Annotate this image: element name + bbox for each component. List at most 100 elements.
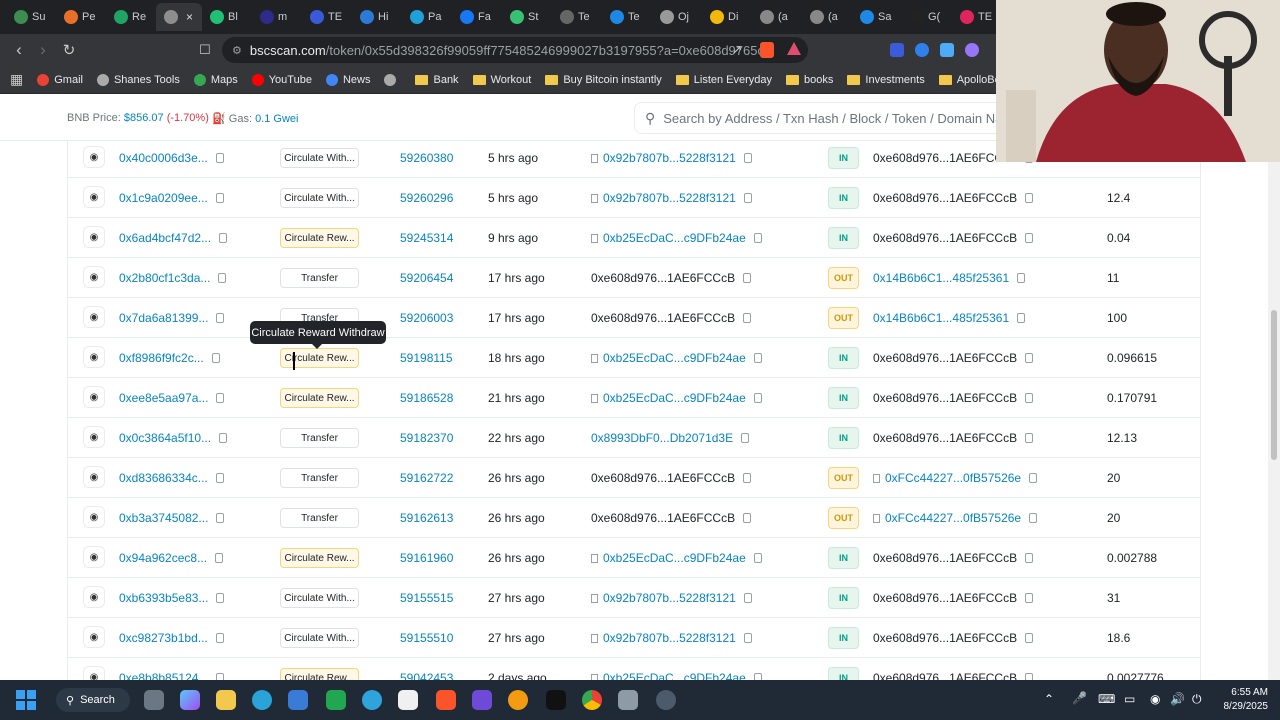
- copy-icon[interactable]: [743, 153, 752, 163]
- volume-icon[interactable]: 🔊: [1170, 692, 1185, 706]
- txn-hash-link[interactable]: 0x7da6a81399...: [119, 311, 208, 325]
- bookmark-item[interactable]: Bank: [415, 74, 459, 86]
- bookmark-item[interactable]: [384, 73, 401, 86]
- block-link[interactable]: 59260380: [400, 140, 453, 178]
- keyboard-icon[interactable]: ⌨: [1098, 692, 1115, 706]
- method-badge[interactable]: Circulate With...: [280, 188, 359, 208]
- from-address[interactable]: 0x92b7807b...5228f3121: [603, 191, 736, 205]
- txn-hash-link[interactable]: 0xf8986f9fc2c...: [119, 351, 204, 365]
- copy-icon[interactable]: [215, 553, 224, 563]
- store-icon[interactable]: [288, 690, 308, 710]
- from-address[interactable]: 0xb25EcDaC...c9DFb24ae: [603, 391, 746, 405]
- share-icon[interactable]: ↗: [724, 42, 750, 58]
- txn-hash-link[interactable]: 0xe8b8b85124...: [119, 671, 208, 680]
- browser-tab[interactable]: G(: [902, 3, 952, 31]
- eye-preview-button[interactable]: ◉: [83, 546, 105, 568]
- apps-grid-icon[interactable]: ▦: [10, 71, 23, 88]
- browser-tab[interactable]: Sa: [852, 3, 902, 31]
- eye-preview-button[interactable]: ◉: [83, 506, 105, 528]
- extension-icon[interactable]: [890, 43, 904, 57]
- from-address[interactable]: 0xb25EcDaC...c9DFb24ae: [603, 551, 746, 565]
- txn-hash-link[interactable]: 0xd83686334c...: [119, 471, 208, 485]
- taskbar-search[interactable]: ⚲ Search: [56, 688, 130, 712]
- browser-tab[interactable]: Pa: [402, 3, 452, 31]
- copilot-icon[interactable]: [180, 690, 200, 710]
- copy-icon[interactable]: [753, 353, 762, 363]
- wifi-icon[interactable]: ◉: [1150, 692, 1160, 706]
- copy-icon[interactable]: [211, 353, 220, 363]
- extension-icon[interactable]: [965, 43, 979, 57]
- from-address[interactable]: 0xb25EcDaC...c9DFb24ae: [603, 231, 746, 245]
- from-address[interactable]: 0x92b7807b...5228f3121: [603, 151, 736, 165]
- copy-icon[interactable]: [743, 593, 752, 603]
- copy-icon[interactable]: [1025, 233, 1034, 243]
- block-link[interactable]: 59198115: [400, 338, 453, 378]
- block-link[interactable]: 59186528: [400, 378, 453, 418]
- browser-tab[interactable]: ×: [156, 3, 202, 31]
- bookmark-item[interactable]: Workout: [472, 74, 531, 86]
- eye-preview-button[interactable]: ◉: [83, 346, 105, 368]
- txn-hash-link[interactable]: 0x40c0006d3e...: [119, 151, 208, 165]
- chevron-up-icon[interactable]: ⌃: [1044, 692, 1054, 706]
- copy-icon[interactable]: [741, 433, 750, 443]
- from-address[interactable]: 0x8993DbF0...Db2071d3E: [591, 431, 733, 445]
- copy-icon[interactable]: [216, 593, 225, 603]
- txn-hash-link[interactable]: 0x6ad4bcf47d2...: [119, 231, 211, 245]
- bookmark-item[interactable]: ApolloBot: [938, 74, 1004, 86]
- bookmark-icon[interactable]: ☐: [192, 42, 218, 58]
- eye-preview-button[interactable]: ◉: [83, 426, 105, 448]
- copy-icon[interactable]: [218, 273, 227, 283]
- browser-tab[interactable]: (a: [802, 3, 852, 31]
- copy-icon[interactable]: [1025, 393, 1034, 403]
- microphone-icon[interactable]: 🎤: [1072, 691, 1087, 705]
- copy-icon[interactable]: [216, 393, 225, 403]
- txn-hash-link[interactable]: 0x94a962cec8...: [119, 551, 207, 565]
- windows-start-icon[interactable]: [16, 690, 36, 710]
- browser-tab[interactable]: Pe: [56, 3, 106, 31]
- copy-icon[interactable]: [1025, 353, 1034, 363]
- copy-icon[interactable]: [753, 233, 762, 243]
- copy-icon[interactable]: [1025, 593, 1034, 603]
- method-badge[interactable]: Circulate With...: [280, 628, 359, 648]
- copy-icon[interactable]: [1025, 193, 1034, 203]
- copy-icon[interactable]: [215, 633, 224, 643]
- file-explorer-icon[interactable]: [216, 690, 236, 710]
- browser-tab[interactable]: Di: [702, 3, 752, 31]
- eye-preview-button[interactable]: ◉: [83, 186, 105, 208]
- browser-tab[interactable]: Oj: [652, 3, 702, 31]
- close-tab-icon[interactable]: ×: [186, 10, 193, 24]
- edge-icon[interactable]: [252, 690, 272, 710]
- copy-icon[interactable]: [753, 553, 762, 563]
- eye-preview-button[interactable]: ◉: [83, 266, 105, 288]
- method-badge[interactable]: Circulate Rew...: [280, 228, 359, 248]
- site-info-icon[interactable]: ⚙: [232, 44, 242, 57]
- browser-tab[interactable]: St: [502, 3, 552, 31]
- from-address[interactable]: 0xb25EcDaC...c9DFb24ae: [603, 351, 746, 365]
- eye-preview-button[interactable]: ◉: [83, 666, 105, 680]
- task-view-icon[interactable]: [144, 690, 164, 710]
- copy-icon[interactable]: [753, 673, 762, 680]
- browser-tab[interactable]: TE: [952, 3, 1002, 31]
- settings-icon[interactable]: [656, 690, 676, 710]
- copy-icon[interactable]: [1025, 673, 1034, 680]
- bookmark-item[interactable]: Gmail: [37, 73, 83, 86]
- taskbar-clock[interactable]: 6:55 AM 8/29/2025: [1224, 686, 1269, 714]
- txn-hash-link[interactable]: 0x2b80cf1c3da...: [119, 271, 210, 285]
- app-icon[interactable]: [508, 690, 528, 710]
- xbox-icon[interactable]: [326, 690, 346, 710]
- bookmark-item[interactable]: News: [325, 73, 370, 86]
- forward-icon[interactable]: ›: [30, 40, 56, 60]
- copy-icon[interactable]: [743, 633, 752, 643]
- block-link[interactable]: 59206003: [400, 298, 453, 338]
- eye-preview-button[interactable]: ◉: [83, 586, 105, 608]
- bookmark-item[interactable]: YouTube: [251, 73, 312, 86]
- method-badge[interactable]: Circulate With...: [280, 588, 359, 608]
- copy-icon[interactable]: [215, 193, 224, 203]
- block-link[interactable]: 59042453: [400, 658, 453, 680]
- from-address[interactable]: 0x92b7807b...5228f3121: [603, 631, 736, 645]
- copy-icon[interactable]: [1025, 633, 1034, 643]
- txn-hash-link[interactable]: 0x1c9a0209ee...: [119, 191, 208, 205]
- reload-icon[interactable]: ↻: [56, 41, 82, 59]
- method-badge[interactable]: Transfer: [280, 268, 359, 288]
- copy-icon[interactable]: [743, 193, 752, 203]
